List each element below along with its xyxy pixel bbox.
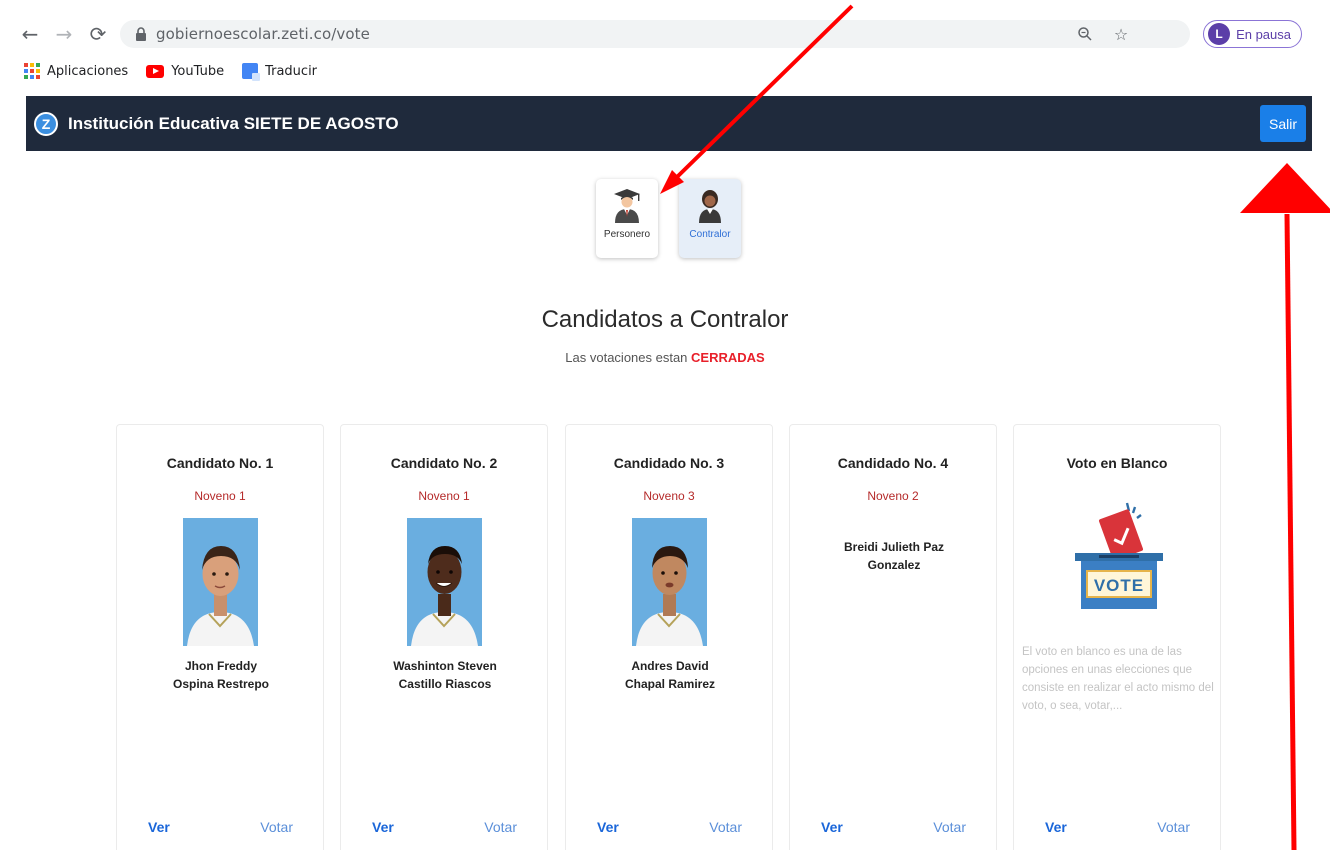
candidate-name-line: Breidi Julieth Paz (843, 540, 945, 554)
zoom-icon[interactable] (1076, 25, 1094, 43)
youtube-icon (146, 64, 165, 78)
star-icon[interactable]: ☆ (1112, 25, 1130, 44)
browser-chrome: ← → ⟳ gobiernoescolar.zeti.co/vote ☆ L E… (10, 10, 1320, 90)
student-icon (699, 190, 721, 223)
bookmark-apps[interactable]: Aplicaciones (24, 63, 128, 79)
blank-vote-card: Voto en Blanco VOTE El voto en blanco es… (1013, 424, 1221, 850)
voting-status: Las votaciones estan CERRADAS (0, 350, 1330, 365)
view-button[interactable]: Ver (821, 819, 843, 835)
candidate-title: Candidato No. 2 (390, 455, 498, 471)
bookmark-label: Traducir (265, 63, 318, 79)
institution-title: Institución Educativa SIETE DE AGOSTO (68, 113, 399, 133)
candidate-name: Jhon Freddy Ospina Restrepo (127, 657, 315, 693)
blank-vote-title: Voto en Blanco (1066, 455, 1168, 471)
status-badge: CERRADAS (691, 350, 765, 365)
candidate-title: Candidado No. 4 (837, 455, 949, 471)
candidate-photo (632, 518, 707, 646)
candidate-name: Andres David Chapal Ramirez (576, 657, 764, 693)
candidate-card-2: Candidato No. 2 Noveno 1 Washinton Steve… (340, 424, 548, 850)
ballot-box-label: VOTE (1094, 576, 1144, 595)
status-prefix: Las votaciones estan (565, 350, 688, 365)
tab-label: Personero (603, 229, 651, 240)
bookmark-label: Aplicaciones (47, 63, 129, 79)
tab-contralor[interactable]: Contralor (679, 179, 741, 258)
vote-button[interactable]: Votar (484, 819, 517, 835)
candidate-grade: Noveno 1 (418, 489, 470, 503)
browser-toolbar: ← → ⟳ gobiernoescolar.zeti.co/vote ☆ L E… (10, 16, 1320, 52)
page: ← → ⟳ gobiernoescolar.zeti.co/vote ☆ L E… (0, 0, 1330, 850)
app-header: Z Institución Educativa SIETE DE AGOSTO … (26, 96, 1312, 151)
url-text: gobiernoescolar.zeti.co/vote (156, 25, 370, 43)
candidate-name-line: Washinton Steven (393, 659, 497, 673)
view-button[interactable]: Ver (372, 819, 394, 835)
annotation-arrowhead-logout (1240, 163, 1330, 213)
candidate-name-line: Andres David (631, 659, 709, 673)
tab-label: Contralor (689, 229, 731, 240)
candidate-card-4: Candidado No. 4 Noveno 2 Breidi Julieth … (789, 424, 997, 850)
bookmarks-bar: Aplicaciones YouTube Traducir (10, 58, 317, 84)
candidate-photo (407, 518, 482, 646)
view-button[interactable]: Ver (148, 819, 170, 835)
candidate-card-1: Candidato No. 1 Noveno 1 Jhon Freddy Osp… (116, 424, 324, 850)
zeti-logo-icon: Z (34, 111, 58, 136)
profile-status: En pausa (1236, 26, 1291, 42)
candidate-name: Breidi Julieth Paz Gonzalez (800, 538, 988, 574)
candidate-title: Candidado No. 3 (613, 455, 725, 471)
vote-button[interactable]: Votar (1157, 819, 1190, 835)
graduate-icon (614, 189, 640, 223)
view-button[interactable]: Ver (1045, 819, 1067, 835)
candidate-name-line: Jhon Freddy (184, 659, 257, 673)
profile-button[interactable]: L En pausa (1203, 20, 1302, 48)
candidate-card-3: Candidado No. 3 Noveno 3 Andres David Ch… (565, 424, 773, 850)
bookmark-label: YouTube (171, 63, 225, 79)
back-arrow-icon[interactable]: ← (16, 20, 44, 48)
candidate-grade: Noveno 3 (643, 489, 695, 503)
candidate-grade: Noveno 1 (194, 489, 246, 503)
vote-button[interactable]: Votar (709, 819, 742, 835)
vote-button[interactable]: Votar (260, 819, 293, 835)
view-button[interactable]: Ver (597, 819, 619, 835)
reload-icon[interactable]: ⟳ (84, 20, 112, 48)
candidate-name-line: Ospina Restrepo (172, 677, 270, 691)
ballot-box-icon: VOTE (1075, 502, 1163, 609)
candidate-name-line: Chapal Ramirez (624, 677, 716, 691)
vote-button[interactable]: Votar (933, 819, 966, 835)
blank-vote-description: El voto en blanco es una de las opciones… (1022, 646, 1214, 712)
candidate-photo (183, 518, 258, 646)
page-title: Candidatos a Contralor (541, 306, 789, 333)
candidate-title: Candidato No. 1 (166, 455, 274, 471)
candidate-name-line: Gonzalez (867, 558, 921, 572)
candidate-name: Washinton Steven Castillo Riascos (351, 657, 539, 693)
bookmark-translate[interactable]: Traducir (242, 63, 318, 81)
candidate-name-line: Castillo Riascos (398, 677, 492, 691)
apps-grid-icon (24, 63, 40, 79)
candidate-grade: Noveno 2 (867, 489, 919, 503)
forward-arrow-icon[interactable]: → (50, 20, 78, 48)
avatar: L (1208, 23, 1231, 45)
logout-button[interactable]: Salir (1260, 105, 1306, 142)
address-bar[interactable]: gobiernoescolar.zeti.co/vote (120, 20, 1190, 48)
bookmark-youtube[interactable]: YouTube (146, 64, 224, 79)
translate-icon (242, 63, 261, 81)
tab-personero[interactable]: Personero (596, 179, 658, 258)
lock-icon (136, 27, 146, 41)
